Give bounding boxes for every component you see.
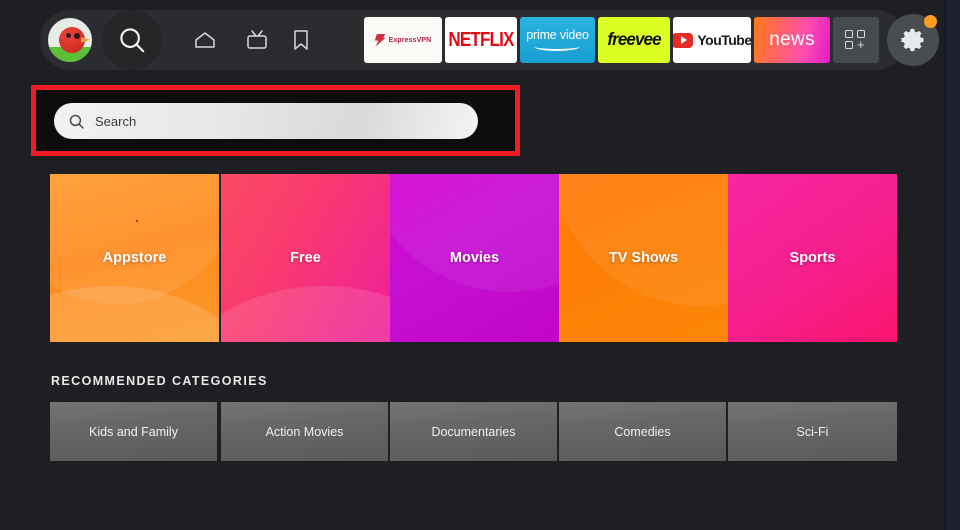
category-tile-label: Sci-Fi [796, 424, 829, 439]
search-input[interactable]: Search [54, 103, 478, 139]
sidebar-item-home[interactable] [192, 28, 218, 52]
app-tile-label: NETFLIX [448, 28, 514, 51]
tile-movies[interactable]: Movies [390, 174, 559, 342]
app-tile-expressvpn[interactable]: ExpressVPN [364, 17, 442, 63]
prime-video-logo: prime video [526, 27, 589, 52]
app-tile-news[interactable]: news [754, 17, 830, 63]
sidebar-item-live[interactable] [244, 28, 270, 52]
play-triangle-icon [680, 36, 687, 44]
app-library-button[interactable]: + [833, 17, 879, 63]
sidebar-item-saved[interactable] [288, 28, 314, 52]
category-tile-sci-fi[interactable]: Sci-Fi [728, 402, 897, 461]
gear-icon [901, 28, 924, 52]
recommended-categories-heading: RECOMMENDED CATEGORIES [51, 374, 268, 388]
app-tile-youtube[interactable]: YouTube [673, 17, 751, 63]
tile-decor-arc [559, 174, 728, 306]
category-tile-documentaries[interactable]: Documentaries [390, 402, 559, 461]
app-tile-netflix[interactable]: NETFLIX [445, 17, 517, 63]
app-tile-label: news [769, 29, 815, 50]
category-tile-label: Documentaries [431, 424, 516, 439]
tile-decor-arc [50, 174, 219, 304]
tile-decor-arc [390, 174, 559, 292]
avatar-bird-beak [81, 37, 90, 43]
youtube-play-icon [673, 32, 694, 48]
tile-label: TV Shows [608, 250, 679, 266]
tile-decor-wave [221, 286, 390, 342]
tile-label: Appstore [102, 250, 167, 266]
settings-button[interactable] [887, 14, 939, 66]
tile-sports[interactable]: Sports [728, 174, 897, 342]
tile-label: Sports [789, 250, 836, 266]
expressvpn-logo: ExpressVPN [374, 33, 432, 47]
avatar-bird-eye-right [74, 33, 80, 39]
app-tile-label: prime video [526, 27, 589, 42]
top-navigation-bar: ExpressVPN NETFLIX prime video freevee Y… [40, 10, 939, 70]
app-tile-label: freevee [607, 29, 661, 50]
tile-label: Movies [449, 250, 500, 266]
app-tile-label: YouTube [697, 32, 751, 48]
search-placeholder-text: Search [95, 113, 137, 129]
bookmark-icon [294, 30, 308, 50]
search-icon [69, 114, 84, 129]
tile-label: Free [290, 250, 321, 266]
tile-appstore[interactable]: Appstore [50, 174, 219, 342]
grid-plus-icon: + [844, 29, 868, 51]
youtube-logo: YouTube [673, 32, 751, 48]
search-icon [120, 28, 145, 53]
settings-notification-badge [924, 15, 937, 28]
category-tile-label: Kids and Family [89, 424, 178, 439]
expressvpn-mark-icon [374, 33, 386, 47]
app-tile-freevee[interactable]: freevee [598, 17, 670, 63]
category-tile-kids-and-family[interactable]: Kids and Family [50, 402, 219, 461]
tile-decor-speck [136, 220, 138, 222]
avatar-bird-eye-left [66, 33, 71, 38]
category-tile-action-movies[interactable]: Action Movies [221, 402, 390, 461]
app-tile-prime-video[interactable]: prime video [520, 17, 595, 63]
plus-icon: + [857, 37, 865, 52]
tv-icon [247, 30, 267, 49]
category-tile-label: Action Movies [265, 424, 344, 439]
fire-tv-home-screen: ExpressVPN NETFLIX prime video freevee Y… [0, 0, 960, 530]
category-tile-label: Comedies [614, 424, 671, 439]
search-icon-button[interactable] [102, 10, 162, 70]
tile-decor-wave [50, 286, 219, 342]
tile-tv-shows[interactable]: TV Shows [559, 174, 728, 342]
right-edge-strip [946, 0, 960, 530]
category-tile-comedies[interactable]: Comedies [559, 402, 728, 461]
app-tile-label: ExpressVPN [388, 36, 432, 44]
tile-free[interactable]: Free [221, 174, 390, 342]
home-icon [195, 32, 215, 48]
profile-avatar[interactable] [46, 16, 94, 64]
amazon-smile-icon [534, 42, 581, 52]
